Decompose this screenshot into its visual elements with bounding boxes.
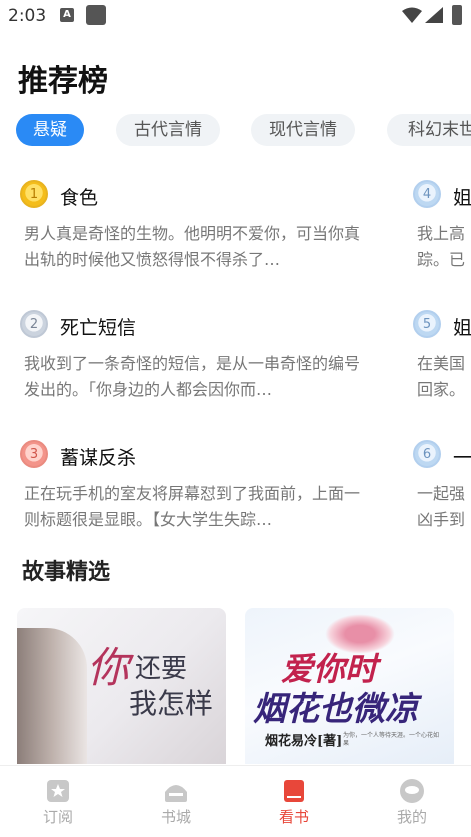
status-time: 2:03	[8, 6, 47, 26]
ranking-item[interactable]: 3 蓄谋反杀 正在玩手机的室友将屏幕怼到了我面前，上面一则标题很是显眼。【女大学…	[20, 440, 380, 533]
cover-author: 烟花易冷[著]	[265, 734, 343, 749]
ranking-list: 1 食色 男人真是奇怪的生物。他明明不爱你，可当你真出轨的时候他又愤怒得恨不得杀…	[0, 170, 471, 540]
ranking-description: 一起强凶手到	[417, 484, 466, 529]
tab-ancient-romance[interactable]: 古代言情	[116, 114, 220, 146]
ranking-item[interactable]: 2 死亡短信 我收到了一条奇怪的短信，是从一串奇怪的编号发出的。「你身边的人都会…	[20, 310, 380, 403]
nav-profile[interactable]: 我的	[372, 772, 452, 827]
page-title: 推荐榜	[18, 64, 108, 99]
story-list: 你 还要 我怎样 爱你时 烟花也微凉 烟花易冷[著] 为你，一个人等待天涯。一个…	[17, 608, 471, 764]
tab-scifi-apocalypse[interactable]: 科幻末世	[387, 114, 471, 146]
cover-title: 还要	[135, 654, 188, 684]
cellular-signal-icon	[425, 7, 443, 23]
battery-icon	[452, 5, 462, 25]
bottom-nav: 订阅 书城 看书 我的	[0, 765, 471, 837]
cover-tagline: 为你，一个人等待天涯。一个心花如果	[343, 732, 440, 747]
nav-label: 书城	[160, 808, 191, 826]
cover-title: 我怎样	[129, 687, 214, 720]
nav-label: 订阅	[42, 808, 73, 826]
rank-badge-icon: 4	[413, 180, 441, 208]
section-title: 故事精选	[22, 560, 111, 585]
tab-modern-romance[interactable]: 现代言情	[251, 114, 355, 146]
ranking-title: 姐	[453, 317, 471, 339]
ranking-description: 在美国回家。	[417, 354, 466, 399]
ranking-item[interactable]: 4 姐 我上高踪。已经	[413, 180, 471, 273]
ranking-title: 一	[453, 447, 471, 469]
category-tabs: 悬疑 古代言情 现代言情 科幻末世	[16, 114, 471, 148]
ranking-description: 男人真是奇怪的生物。他明明不爱你，可当你真出轨的时候他又愤怒得恨不得杀了…	[24, 224, 361, 269]
story-card[interactable]: 你 还要 我怎样	[17, 608, 226, 764]
story-card[interactable]: 爱你时 烟花也微凉 烟花易冷[著] 为你，一个人等待天涯。一个心花如果	[245, 608, 454, 764]
rank-badge-silver-icon: 2	[20, 310, 48, 338]
ranking-item[interactable]: 6 一 一起强凶手到	[413, 440, 471, 533]
nav-subscribe[interactable]: 订阅	[18, 772, 98, 827]
notification-a-icon: A	[60, 8, 74, 22]
ranking-description: 我收到了一条奇怪的短信，是从一串奇怪的编号发出的。「你身边的人都会因你而…	[24, 354, 361, 399]
rank-badge-gold-icon: 1	[20, 180, 48, 208]
nav-bookstore[interactable]: 书城	[136, 772, 216, 827]
status-bar: 2:03 A	[0, 0, 471, 32]
ranking-item[interactable]: 5 姐 在美国回家。	[413, 310, 471, 403]
profile-icon	[400, 779, 424, 803]
read-book-icon	[284, 780, 304, 802]
ranking-description: 我上高踪。已经	[417, 224, 466, 269]
nav-label: 我的	[396, 808, 427, 826]
cover-title: 你	[87, 643, 130, 692]
tab-suspense[interactable]: 悬疑	[16, 114, 84, 146]
ranking-title: 姐	[453, 187, 471, 209]
rank-badge-icon: 6	[413, 440, 441, 468]
cover-title: 烟花也微凉	[253, 689, 418, 728]
ranking-description: 正在玩手机的室友将屏幕怼到了我面前，上面一则标题很是显眼。【女大学生失踪…	[24, 484, 361, 529]
ranking-title: 食色	[60, 187, 99, 209]
ranking-title: 死亡短信	[60, 317, 137, 339]
ranking-title: 蓄谋反杀	[60, 447, 137, 469]
cover-figure-image	[17, 628, 87, 764]
rank-badge-icon: 5	[413, 310, 441, 338]
star-bookmark-icon	[47, 780, 69, 802]
bookstore-icon	[165, 785, 187, 802]
rank-badge-bronze-icon: 3	[20, 440, 48, 468]
ranking-item[interactable]: 1 食色 男人真是奇怪的生物。他明明不爱你，可当你真出轨的时候他又愤怒得恨不得杀…	[20, 180, 380, 273]
notification-square-icon	[86, 5, 106, 25]
nav-label: 看书	[278, 808, 309, 826]
nav-reading[interactable]: 看书	[254, 772, 334, 827]
wifi-icon	[402, 7, 422, 23]
